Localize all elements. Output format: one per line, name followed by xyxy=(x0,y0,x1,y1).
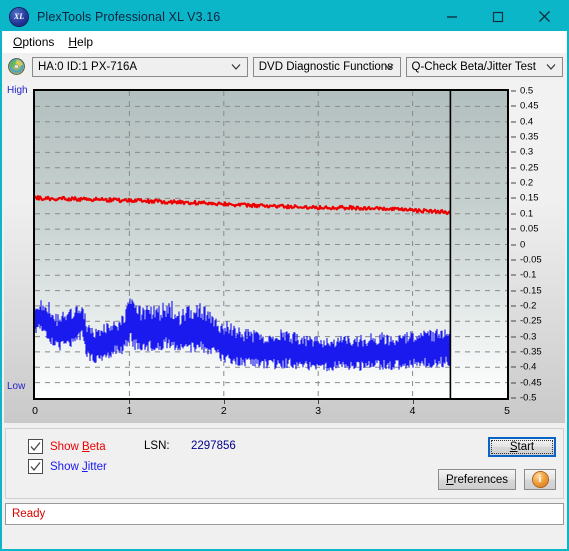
y-tick-label: 0.2 xyxy=(520,177,534,189)
lsn-value: 2297856 xyxy=(191,440,236,452)
y-tick-mark xyxy=(511,351,516,353)
x-tick-label: 1 xyxy=(126,405,133,417)
device-selector-bar: HA:0 ID:1 PX-716A DVD Diagnostic Functio… xyxy=(2,53,567,80)
y-tick-mark xyxy=(511,90,516,92)
drive-select-value: HA:0 ID:1 PX-716A xyxy=(38,60,138,73)
y-tick-mark xyxy=(511,167,516,169)
menu-bar: Options Help xyxy=(2,31,567,53)
y-tick-mark xyxy=(511,213,516,215)
y-tick-mark xyxy=(511,336,516,338)
y-tick-label: -0.05 xyxy=(520,254,542,266)
y-tick-mark xyxy=(511,366,516,368)
y-tick-label: -0.3 xyxy=(520,331,537,343)
y-tick-mark xyxy=(511,105,516,107)
y-tick-label: -0.4 xyxy=(520,361,537,373)
x-tick-label: 3 xyxy=(315,405,322,417)
lsn-label: LSN: xyxy=(144,440,170,452)
x-tick-label: 2 xyxy=(220,405,227,417)
y-tick-mark xyxy=(511,290,516,292)
y-tick-label: -0.35 xyxy=(520,346,542,358)
y-tick-mark xyxy=(511,305,516,307)
window-title: PlexTools Professional XL V3.16 xyxy=(37,9,221,24)
y-tick-label: 0.15 xyxy=(520,192,539,204)
y-tick-mark xyxy=(511,397,516,399)
axis-label-high: High xyxy=(7,85,28,96)
info-button[interactable]: i xyxy=(524,469,556,490)
checkbox-box xyxy=(28,459,43,474)
function-select[interactable]: DVD Diagnostic Functions xyxy=(252,56,401,77)
y-tick-mark xyxy=(511,182,516,184)
y-tick-label: 0.1 xyxy=(520,208,534,220)
window-controls xyxy=(429,2,567,31)
maximize-icon[interactable] xyxy=(475,2,521,31)
y-tick-label: 0.45 xyxy=(520,100,539,112)
x-tick-label: 4 xyxy=(409,405,416,417)
y-tick-mark xyxy=(511,121,516,123)
y-tick-mark xyxy=(511,274,516,276)
x-tick-mark xyxy=(318,400,320,404)
y-tick-label: -0.2 xyxy=(520,300,537,312)
y-tick-mark xyxy=(511,244,516,245)
axis-label-low: Low xyxy=(7,381,26,392)
status-text: Ready xyxy=(12,508,46,520)
x-tick-label: 0 xyxy=(32,405,38,417)
info-icon: i xyxy=(532,472,548,487)
application-window: XL PlexTools Professional XL V3.16 Optio… xyxy=(0,0,569,551)
y-tick-label: -0.15 xyxy=(520,285,542,297)
y-tick-mark xyxy=(511,382,516,384)
x-tick-label: 5 xyxy=(504,405,510,417)
title-bar: XL PlexTools Professional XL V3.16 xyxy=(2,2,567,31)
x-tick-mark xyxy=(412,400,414,404)
x-tick-mark xyxy=(129,400,131,404)
y-tick-label: -0.1 xyxy=(520,269,537,281)
y-tick-label: 0.3 xyxy=(520,146,534,158)
show-beta-label: Show Beta xyxy=(50,440,106,453)
y-tick-mark xyxy=(511,320,516,322)
y-tick-label: 0.05 xyxy=(520,223,539,235)
check-icon xyxy=(30,442,41,452)
y-tick-label: -0.25 xyxy=(520,315,542,327)
x-axis: 0 1 2 3 4 5 xyxy=(4,400,544,421)
menu-item-help[interactable]: Help xyxy=(65,33,104,51)
chevron-down-icon xyxy=(231,63,241,70)
y-tick-label: -0.45 xyxy=(520,377,542,389)
y-tick-label: 0.25 xyxy=(520,162,539,174)
chevron-down-icon xyxy=(546,63,556,70)
minimize-icon[interactable] xyxy=(429,2,475,31)
controls-panel: Show Beta Show Jitter LSN: 2297856 Start… xyxy=(5,428,564,499)
plot-area xyxy=(33,89,509,400)
chart-panel: High Low 0.5 0.45 0.4 0.35 0.3 0.25 0.2 0.15 0.1… xyxy=(4,81,565,423)
show-jitter-label: Show Jitter xyxy=(50,460,107,473)
xl-logo-icon: XL xyxy=(10,7,28,26)
show-jitter-checkbox[interactable]: Show Jitter xyxy=(28,459,107,474)
drive-select[interactable]: HA:0 ID:1 PX-716A xyxy=(32,56,248,77)
test-select[interactable]: Q-Check Beta/Jitter Test xyxy=(405,56,563,77)
y-tick-label: 0.35 xyxy=(520,131,539,143)
preferences-button[interactable]: Preferences xyxy=(438,469,516,490)
x-tick-mark xyxy=(223,400,225,404)
y-tick-mark xyxy=(511,197,516,199)
y-axis: 0.5 0.45 0.4 0.35 0.3 0.25 0.2 0.15 0.1 0.05 0 -0.0… xyxy=(511,81,569,411)
chevron-down-icon xyxy=(384,63,393,70)
status-bar: Ready xyxy=(5,503,564,525)
y-tick-mark xyxy=(511,151,516,153)
function-select-value: DVD Diagnostic Functions xyxy=(258,60,393,73)
test-select-value: Q-Check Beta/Jitter Test xyxy=(411,60,536,73)
close-icon[interactable] xyxy=(521,2,567,31)
y-tick-label: 0 xyxy=(520,239,526,250)
disc-icon xyxy=(8,58,25,75)
start-button[interactable]: Start xyxy=(488,437,556,457)
y-tick-mark xyxy=(511,259,516,261)
y-tick-label: 0.5 xyxy=(520,85,534,97)
y-tick-mark xyxy=(511,136,516,138)
y-tick-mark xyxy=(511,228,516,230)
focus-ring xyxy=(491,440,553,454)
menu-item-options[interactable]: Options xyxy=(10,33,65,51)
preferences-button-label: Preferences xyxy=(445,473,508,486)
check-icon xyxy=(30,462,41,472)
checkbox-box xyxy=(28,439,43,454)
plot-svg xyxy=(35,91,507,398)
y-tick-label: 0.4 xyxy=(520,116,534,128)
show-beta-checkbox[interactable]: Show Beta xyxy=(28,439,106,454)
